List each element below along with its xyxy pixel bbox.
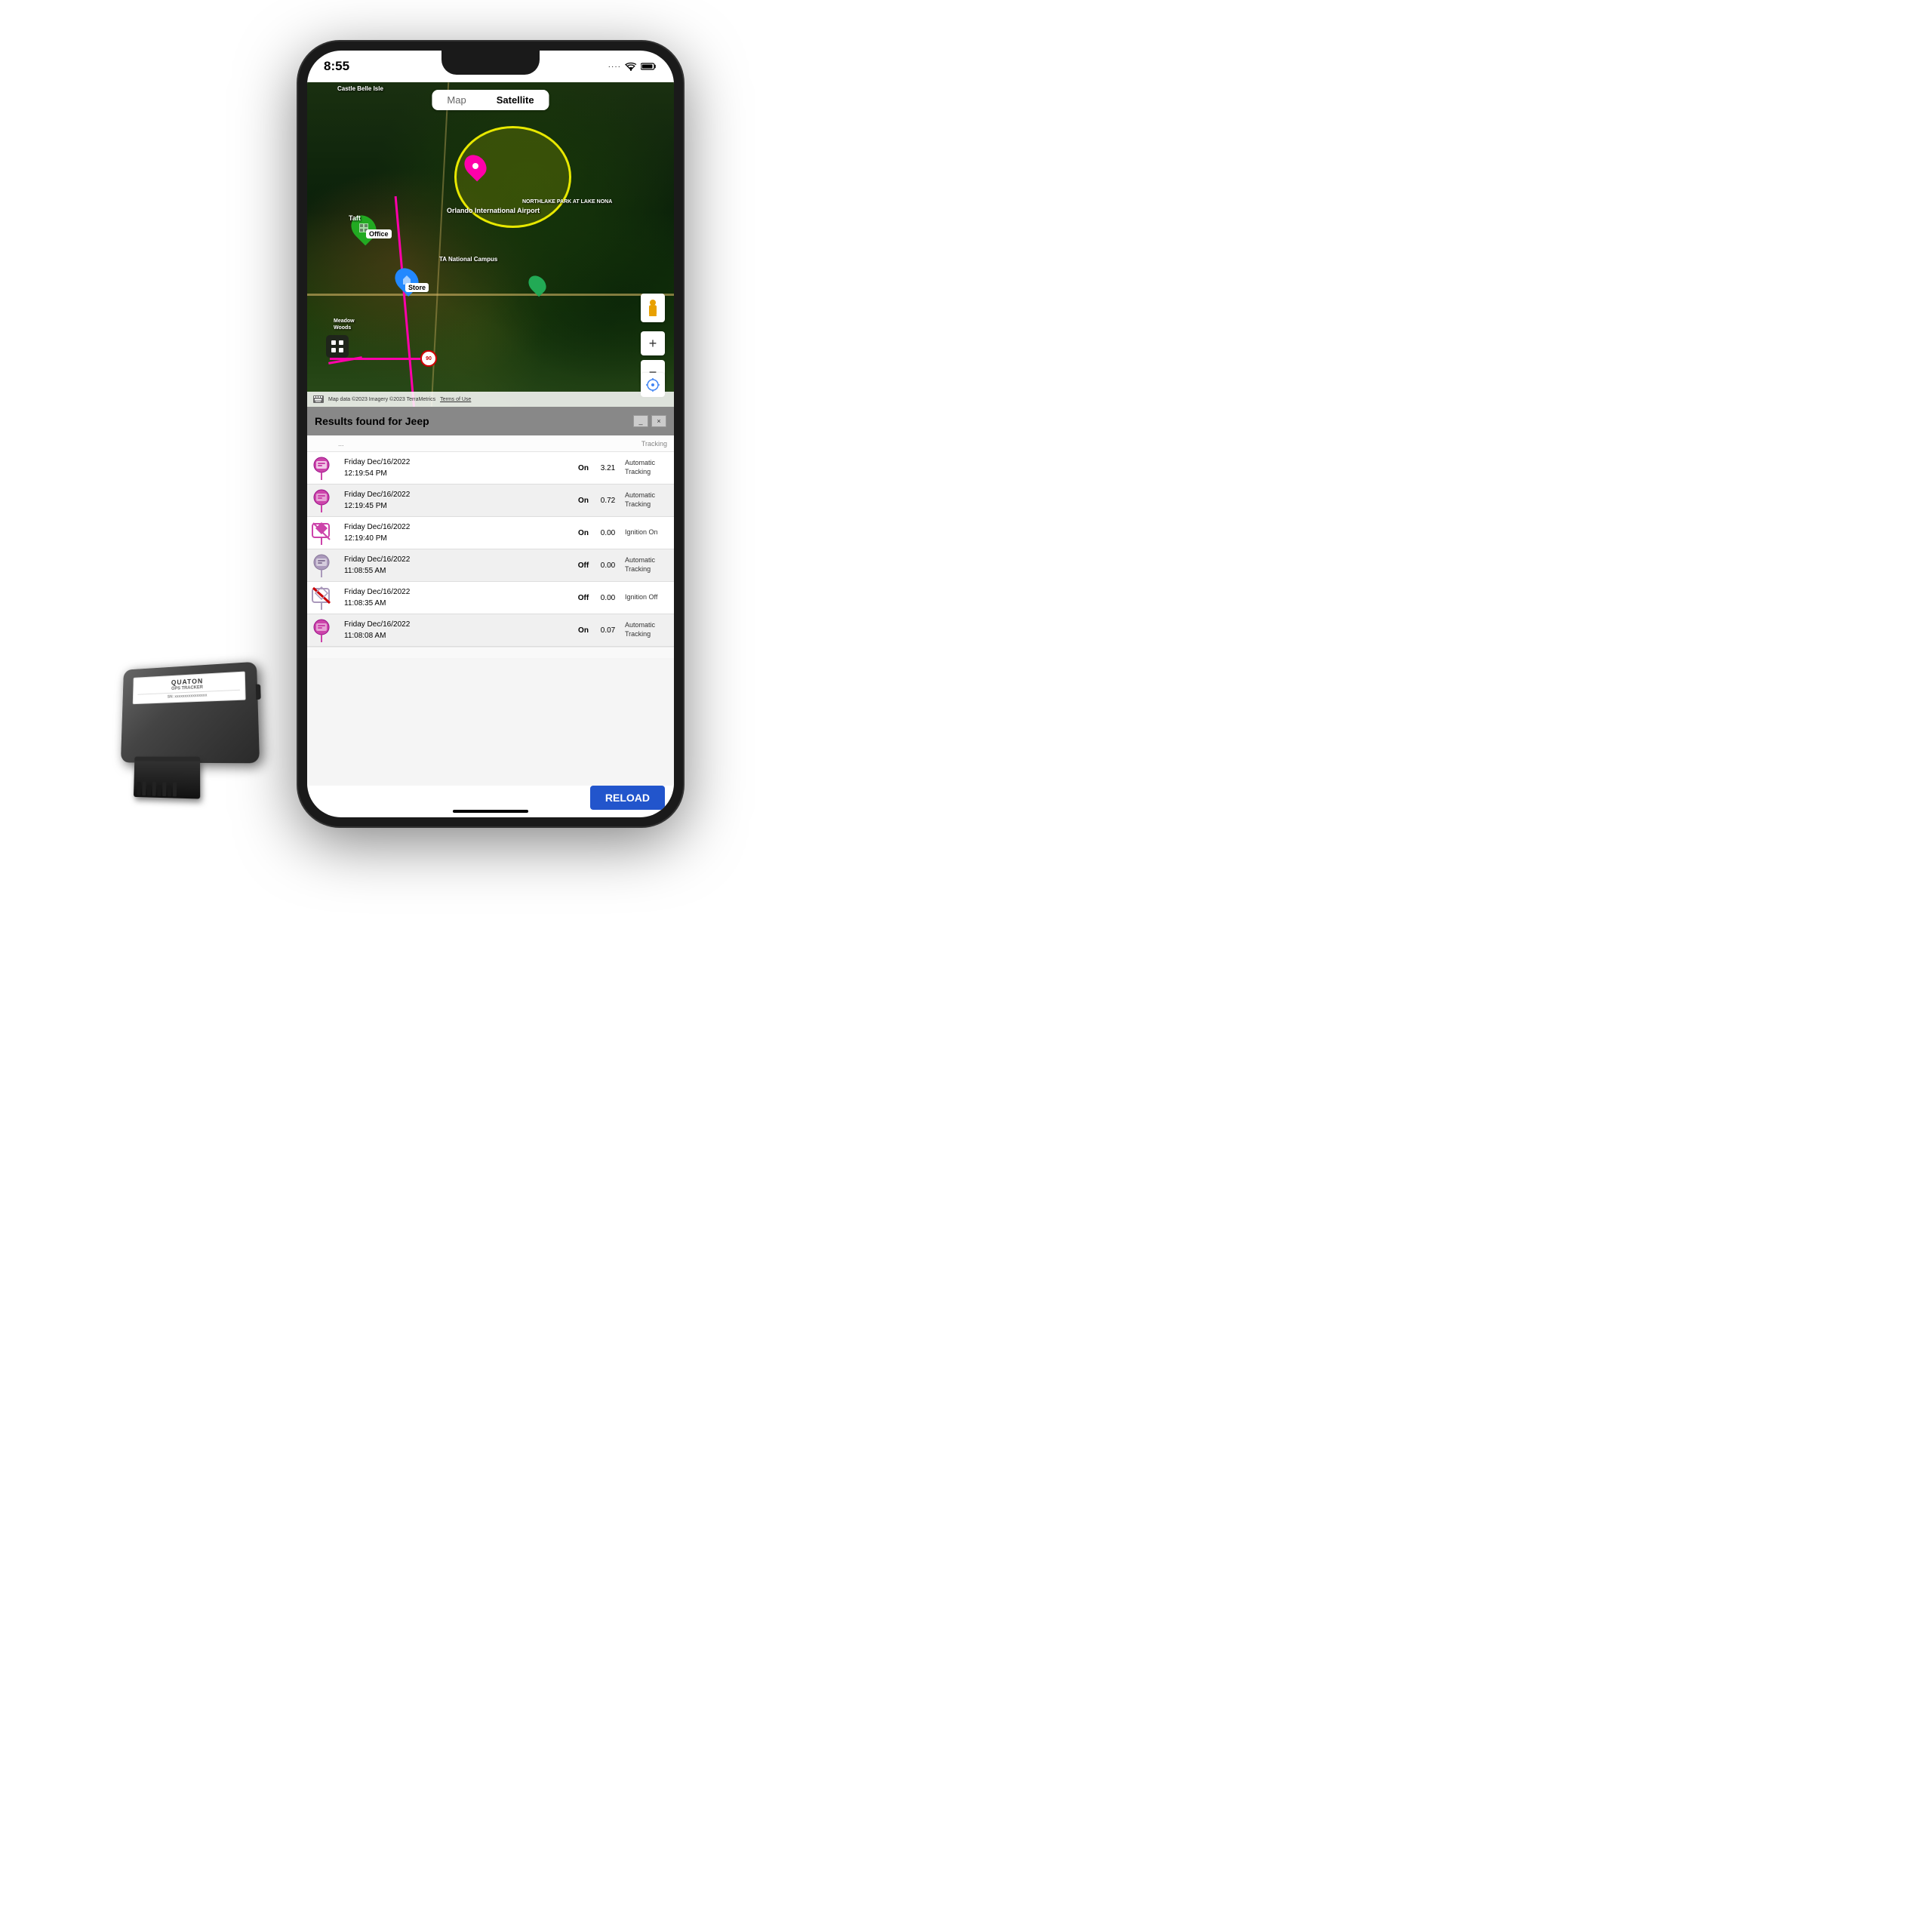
speed-sign-2: 90 xyxy=(420,350,437,367)
office-label: Office xyxy=(366,229,392,238)
row1-time: 12:19:54 PM xyxy=(344,468,568,479)
results-title: Results found for Jeep xyxy=(315,415,429,427)
street-view-icon[interactable] xyxy=(641,294,665,322)
pin-icon-3 xyxy=(309,521,334,545)
battery-icon xyxy=(641,62,657,71)
ta-national-label: TA National Campus xyxy=(439,256,497,263)
reload-button[interactable]: RELOAD xyxy=(590,786,665,810)
row6-status: On xyxy=(572,614,595,647)
phone-frame: 8:55 ···· xyxy=(298,42,683,826)
results-panel: Results found for Jeep _ × ... Tracking xyxy=(307,407,674,786)
row4-status: Off xyxy=(572,549,595,582)
connector-pins xyxy=(137,782,196,798)
row6-date: Friday Dec/16/2022 xyxy=(344,619,568,630)
partially-visible-row: ... Tracking xyxy=(307,435,674,452)
row5-status: Off xyxy=(572,582,595,614)
row4-distance: 0.00 xyxy=(595,549,621,582)
meadow-woods-label: MeadowWoods xyxy=(334,318,355,331)
minimize-button[interactable]: _ xyxy=(633,415,648,427)
side-port xyxy=(256,684,261,700)
bottom-partial-row xyxy=(307,647,674,658)
row3-date: Friday Dec/16/2022 xyxy=(344,521,568,533)
map-data-text: Map data ©2023 Imagery ©2023 TerraMetric… xyxy=(328,397,435,402)
results-controls: _ × xyxy=(633,415,666,427)
map-footer: Map data ©2023 Imagery ©2023 TerraMetric… xyxy=(307,392,674,407)
terms-link[interactable]: Terms of Use xyxy=(440,397,471,402)
row6-tracking: Automatic Tracking xyxy=(621,614,674,647)
pin-icon-6 xyxy=(309,618,334,642)
airport-label: Orlando International Airport xyxy=(447,207,540,215)
store-label: Store xyxy=(405,283,429,292)
row2-date: Friday Dec/16/2022 xyxy=(344,489,568,500)
row1-tracking: Automatic Tracking xyxy=(621,452,674,485)
home-indicator xyxy=(453,810,528,813)
phone-screen: 8:55 ···· xyxy=(307,51,674,817)
obd-connector xyxy=(134,759,200,799)
row3-distance: 0.00 xyxy=(595,517,621,549)
northlake-label: NORTHLAKE PARK AT LAKE NONA xyxy=(522,199,612,205)
status-time: 8:55 xyxy=(324,59,349,74)
tab-map[interactable]: Map xyxy=(432,90,481,110)
map-apps-icon[interactable] xyxy=(326,335,349,358)
row1-status: On xyxy=(572,452,595,485)
results-header: Results found for Jeep _ × xyxy=(307,407,674,435)
device-label: QUATON GPS TRACKER SN: xxxxxxxxxxxxxxxx xyxy=(133,672,246,705)
row2-status: On xyxy=(572,485,595,517)
row4-date: Friday Dec/16/2022 xyxy=(344,554,568,565)
pin-icon-5 xyxy=(309,586,334,610)
row1-date: Friday Dec/16/2022 xyxy=(344,457,568,468)
tab-satellite[interactable]: Satellite xyxy=(481,90,549,110)
pin-icon-4 xyxy=(309,553,334,577)
signal-dots-icon: ···· xyxy=(608,63,621,71)
close-button[interactable]: × xyxy=(651,415,666,427)
map-container[interactable]: Office Store Taft Orland xyxy=(307,82,674,407)
gps-device: QUATON GPS TRACKER SN: xxxxxxxxxxxxxxxx xyxy=(117,664,268,785)
table-row[interactable]: Friday Dec/16/2022 11:08:35 AM Off 0.00 … xyxy=(307,582,674,614)
map-tabs: Map Satellite xyxy=(432,90,549,110)
row3-status: On xyxy=(572,517,595,549)
row6-time: 11:08:08 AM xyxy=(344,630,568,641)
row6-distance: 0.07 xyxy=(595,614,621,647)
pin-icon-2 xyxy=(309,488,334,512)
row2-tracking: Automatic Tracking xyxy=(621,485,674,517)
row1-distance: 3.21 xyxy=(595,452,621,485)
row2-distance: 0.72 xyxy=(595,485,621,517)
taft-label: Taft xyxy=(349,214,361,222)
row5-distance: 0.00 xyxy=(595,582,621,614)
keyboard-icon xyxy=(313,395,324,403)
wifi-icon xyxy=(625,62,637,71)
row2-time: 12:19:45 PM xyxy=(344,500,568,512)
row5-tracking: Ignition Off xyxy=(621,582,674,614)
table-row[interactable]: Friday Dec/16/2022 11:08:55 AM Off 0.00 … xyxy=(307,549,674,582)
row4-tracking: Automatic Tracking xyxy=(621,549,674,582)
pin-icon-1 xyxy=(309,456,334,480)
device-body: QUATON GPS TRACKER SN: xxxxxxxxxxxxxxxx xyxy=(121,662,260,764)
row5-date: Friday Dec/16/2022 xyxy=(344,586,568,598)
row5-time: 11:08:35 AM xyxy=(344,598,568,609)
table-row[interactable]: Friday Dec/16/2022 12:19:45 PM On 0.72 A… xyxy=(307,485,674,517)
zoom-in-button[interactable]: + xyxy=(641,331,665,355)
belle-isle-label: Castle Belle Isle xyxy=(337,85,383,92)
status-icons: ···· xyxy=(608,62,657,71)
phone-notch xyxy=(441,51,540,75)
row3-time: 12:19:40 PM xyxy=(344,533,568,544)
table-row[interactable]: Friday Dec/16/2022 12:19:40 PM On 0.00 I… xyxy=(307,517,674,549)
row4-time: 11:08:55 AM xyxy=(344,565,568,577)
row3-tracking: Ignition On xyxy=(621,517,674,549)
table-row[interactable]: Friday Dec/16/2022 11:08:08 AM On 0.07 A… xyxy=(307,614,674,647)
table-row[interactable]: Friday Dec/16/2022 12:19:54 PM On 3.21 A… xyxy=(307,452,674,485)
results-table: Friday Dec/16/2022 12:19:54 PM On 3.21 A… xyxy=(307,452,674,647)
